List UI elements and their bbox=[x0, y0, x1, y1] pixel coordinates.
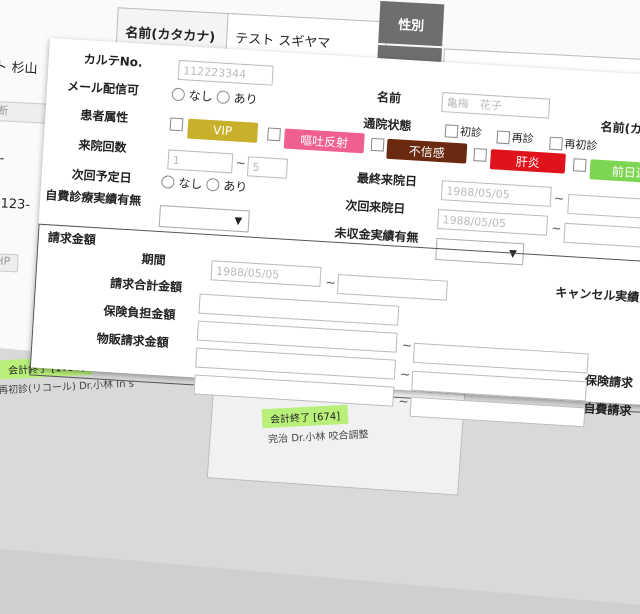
name-label: 名前 bbox=[376, 90, 402, 106]
last-visit-from[interactable]: 1988/05/05 bbox=[440, 180, 552, 207]
name-kana-value: テスト スギヤマ bbox=[234, 30, 331, 51]
name-input[interactable]: 亀梅 花子 bbox=[441, 92, 551, 119]
vip-checkbox[interactable] bbox=[169, 117, 184, 132]
chart-no-input[interactable]: 112223344 bbox=[177, 59, 274, 86]
mail-yes-label: あり bbox=[233, 91, 259, 107]
patient-attr-label: 患者属性 bbox=[79, 108, 129, 125]
insurance-tilde: ~ bbox=[401, 338, 413, 353]
prev-day-checkbox[interactable] bbox=[572, 158, 587, 172]
last-visit-tilde: ~ bbox=[553, 191, 565, 206]
next-visit-from[interactable]: 1988/05/05 bbox=[437, 209, 549, 236]
chevron-down-icon: ▼ bbox=[234, 215, 243, 228]
period-tilde: ~ bbox=[325, 275, 337, 290]
partial-name: ト 杉山 bbox=[0, 59, 38, 78]
revisit-checkbox[interactable] bbox=[496, 130, 511, 145]
self-pay-label: 自費診療実績有無 bbox=[44, 188, 142, 208]
first-visit-label: 初診 bbox=[459, 125, 483, 140]
next-date-none-label: なし bbox=[177, 176, 203, 192]
billing-label: 請求金額 bbox=[47, 230, 97, 248]
gag-checkbox[interactable] bbox=[267, 127, 281, 142]
next-date-yes-radio[interactable] bbox=[205, 177, 220, 192]
hp-partial: HP bbox=[0, 252, 19, 273]
visit-count-label: 来院回数 bbox=[78, 137, 127, 155]
next-visit-tilde: ~ bbox=[550, 220, 562, 236]
visit-status-label: 通院状態 bbox=[362, 116, 412, 134]
next-date-label: 次回予定日 bbox=[71, 167, 133, 186]
name-kana-label: 名前(カタカナ) bbox=[125, 25, 216, 45]
last-visit-to[interactable] bbox=[567, 193, 640, 221]
visit-count-tilde: ~ bbox=[235, 155, 247, 171]
name-kana-label: 名前(カ bbox=[600, 119, 640, 137]
next-date-yes-label: あり bbox=[222, 178, 248, 195]
visit-count-to[interactable]: 5 bbox=[246, 156, 289, 179]
tag-vip: VIP bbox=[187, 118, 259, 143]
tag-prev-day: 前日連 bbox=[589, 159, 640, 185]
insurance-claim-label: 保険請求 bbox=[584, 373, 634, 391]
mail-none-radio[interactable] bbox=[171, 87, 186, 102]
chart-no-label: カルテNo. bbox=[83, 52, 143, 70]
tag-gag-reflex: 嘔吐反射 bbox=[283, 128, 365, 154]
next-visit-to[interactable] bbox=[563, 222, 640, 250]
first-visit-checkbox[interactable] bbox=[444, 124, 459, 139]
phone-partial: 0123- bbox=[0, 195, 31, 213]
next-date-none-radio[interactable] bbox=[161, 175, 175, 189]
visit-count-from[interactable]: 1 bbox=[167, 149, 234, 174]
self-claim-label: 自費請求 bbox=[582, 401, 632, 419]
extra-tilde: ~ bbox=[398, 393, 409, 409]
mail-none-label: なし bbox=[188, 88, 214, 105]
distrust-checkbox[interactable] bbox=[370, 137, 385, 152]
search-form: カルテNo. 112223344 メール配信可 なし あり 名前 亀梅 花子 名… bbox=[29, 38, 640, 428]
re-first-checkbox[interactable] bbox=[549, 136, 563, 151]
revisit-label: 再診 bbox=[511, 131, 535, 146]
tag-distrust: 不信感 bbox=[386, 138, 468, 164]
last-visit-label: 最終来院日 bbox=[356, 171, 418, 189]
hepatitis-checkbox[interactable] bbox=[473, 148, 488, 162]
next-visit-label: 次回来院日 bbox=[344, 198, 406, 216]
mail-yes-radio[interactable] bbox=[216, 90, 231, 105]
period-label: 期間 bbox=[141, 252, 167, 268]
dash-text: - bbox=[0, 151, 5, 167]
gender-label: 性別 bbox=[378, 1, 445, 47]
self-pay-select[interactable]: ▼ bbox=[158, 205, 250, 233]
mail-radio-group: なし あり bbox=[171, 86, 258, 108]
goods-tilde: ~ bbox=[399, 367, 411, 382]
re-first-label: 再初診 bbox=[564, 137, 598, 153]
tag-hepatitis: 肝炎 bbox=[489, 149, 566, 174]
next-date-radio-group: なし あり bbox=[161, 173, 248, 195]
mail-label: メール配信可 bbox=[66, 79, 140, 98]
